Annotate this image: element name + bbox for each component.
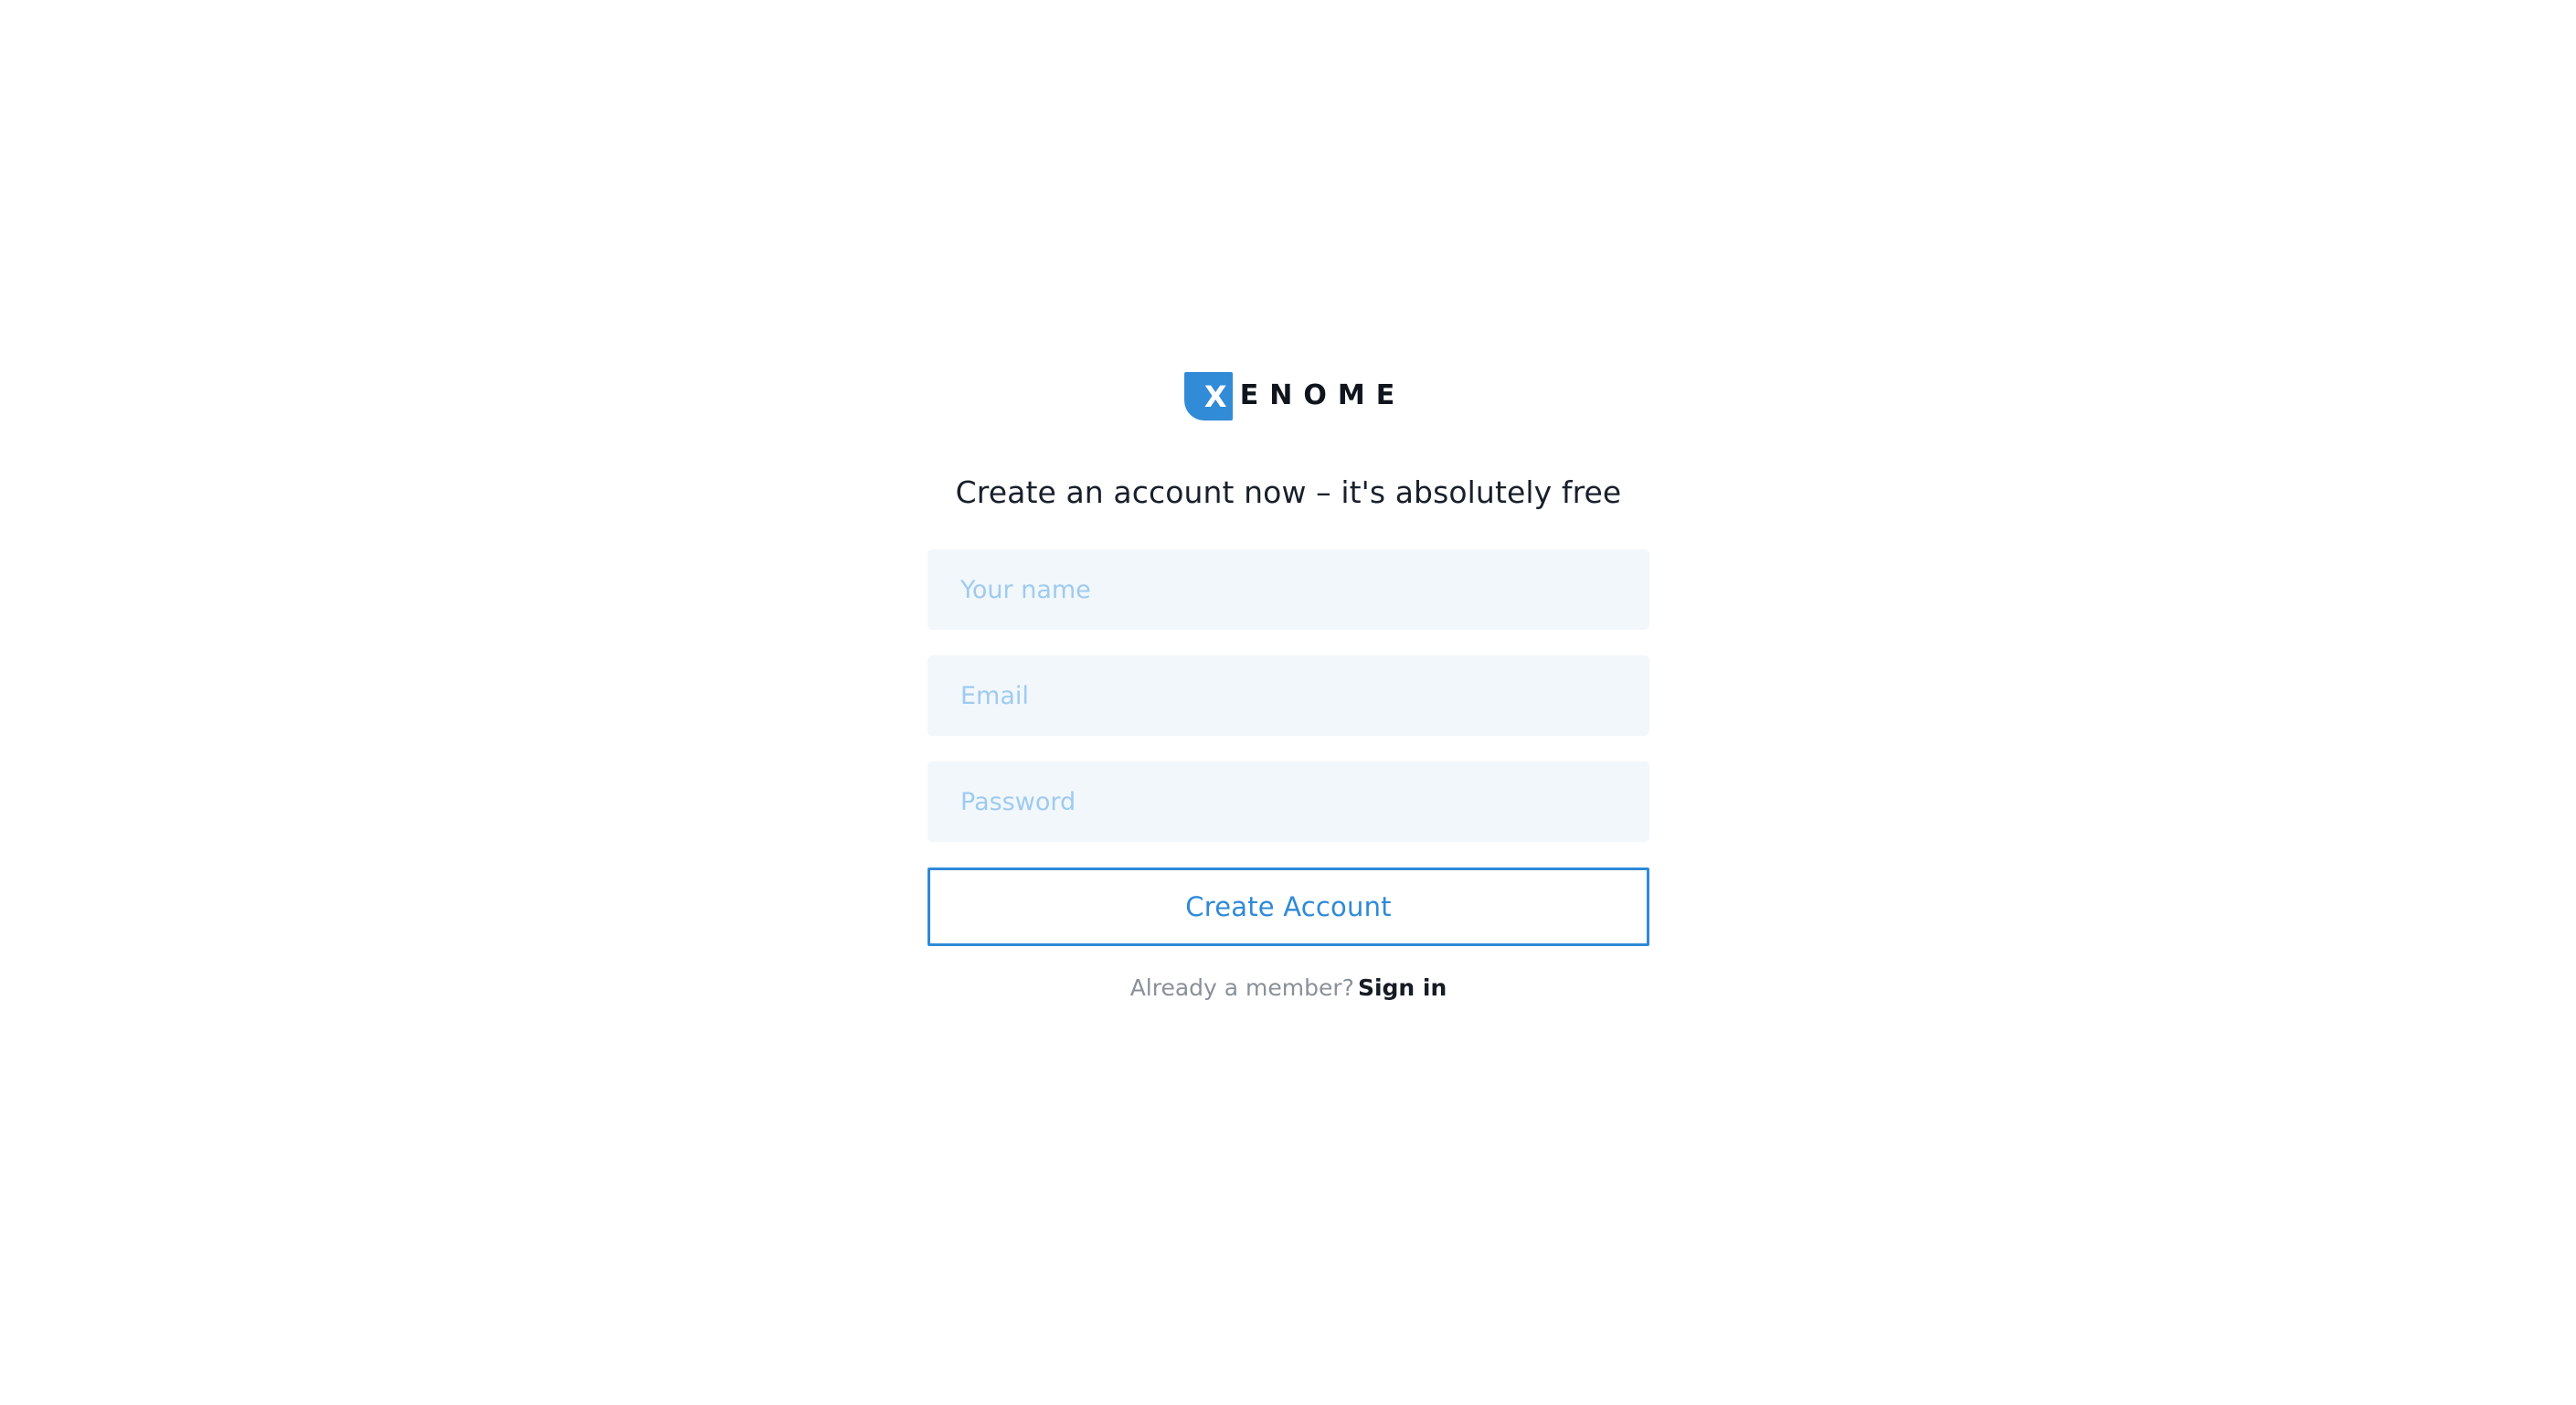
- brand-logo: X ENOME: [928, 366, 1649, 426]
- signin-prompt: Already a member?Sign in: [928, 974, 1649, 1002]
- signin-prompt-label: Already a member?: [1130, 974, 1354, 1001]
- name-input[interactable]: [928, 549, 1649, 630]
- logo-letter: X: [1204, 382, 1227, 411]
- signup-page: X ENOME Create an account now – it's abs…: [0, 0, 2576, 1405]
- password-input[interactable]: [928, 761, 1649, 842]
- page-title: Create an account now – it's absolutely …: [928, 474, 1649, 511]
- signup-form: Create Account: [928, 549, 1649, 946]
- brand-wordmark: ENOME: [1240, 382, 1405, 410]
- email-input[interactable]: [928, 655, 1649, 736]
- signup-card: X ENOME Create an account now – it's abs…: [928, 366, 1649, 1002]
- create-account-button[interactable]: Create Account: [928, 867, 1649, 946]
- shield-x-logo-icon: X: [1184, 372, 1233, 420]
- sign-in-link[interactable]: Sign in: [1358, 974, 1447, 1001]
